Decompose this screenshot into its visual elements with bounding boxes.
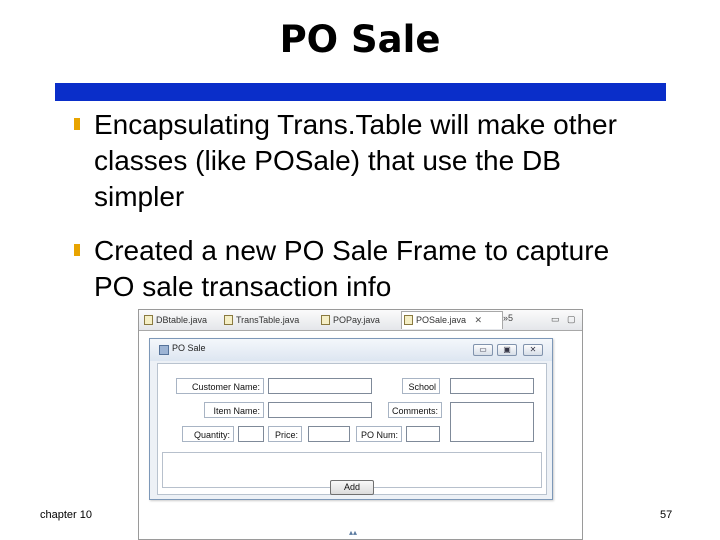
tab-label: POPay.java [333, 315, 380, 325]
frame-content: Customer Name: School Item Name: Comment… [157, 363, 547, 495]
tab-label: DBtable.java [156, 315, 208, 325]
minimize-button[interactable]: ▭ [473, 344, 493, 356]
java-file-icon [321, 315, 330, 325]
comments-label: Comments: [388, 402, 442, 418]
quantity-label: Quantity: [182, 426, 234, 442]
footer-chapter: chapter 10 [40, 509, 92, 521]
frame-title: PO Sale [172, 343, 206, 353]
comments-textarea[interactable] [450, 402, 534, 442]
maximize-button[interactable]: ▣ [497, 344, 517, 356]
square-bullet-icon [74, 118, 80, 130]
resize-handle[interactable]: ▴▴ [349, 528, 357, 537]
editor-tab-bar: DBtable.java TransTable.java POPay.java … [139, 310, 582, 331]
close-icon[interactable]: ✕ [475, 315, 483, 325]
minimize-icon[interactable]: ▭ [551, 314, 561, 324]
java-file-icon [404, 315, 413, 325]
window-icon [159, 345, 169, 355]
price-label: Price: [268, 426, 302, 442]
tab-popay[interactable]: POPay.java [319, 312, 411, 329]
item-name-field[interactable] [268, 402, 372, 418]
school-label: School [402, 378, 440, 394]
page-number: 57 [660, 509, 673, 521]
java-file-icon [144, 315, 153, 325]
title-rule [55, 83, 666, 101]
tab-dbtable[interactable]: DBtable.java [142, 312, 234, 329]
square-bullet-icon [74, 244, 80, 256]
school-field[interactable] [450, 378, 534, 394]
bullet-1: Encapsulating Trans.Table will make othe… [94, 109, 617, 212]
quantity-field[interactable] [238, 426, 264, 442]
slide-title: PO Sale [279, 18, 441, 61]
tab-transtable[interactable]: TransTable.java [222, 312, 326, 329]
add-button[interactable]: Add [330, 480, 374, 495]
bullet-2: Created a new PO Sale Frame to capture P… [94, 235, 610, 302]
tab-label: POSale.java [416, 315, 467, 325]
po-num-field[interactable] [406, 426, 440, 442]
po-sale-frame: PO Sale ▭ ▣ ✕ Customer Name: School Item… [149, 338, 553, 500]
customer-name-field[interactable] [268, 378, 372, 394]
tab-overflow-indicator[interactable]: »5 [503, 313, 513, 323]
customer-name-label: Customer Name: [176, 378, 264, 394]
frame-title-bar: PO Sale ▭ ▣ ✕ [150, 339, 552, 361]
maximize-icon[interactable]: ▢ [567, 314, 577, 324]
price-field[interactable] [308, 426, 350, 442]
close-button[interactable]: ✕ [523, 344, 543, 356]
java-file-icon [224, 315, 233, 325]
editor-window: DBtable.java TransTable.java POPay.java … [138, 309, 583, 540]
item-name-label: Item Name: [204, 402, 264, 418]
tab-label: TransTable.java [236, 315, 300, 325]
tab-posale[interactable]: POSale.java ✕ [401, 311, 503, 329]
po-num-label: PO Num: [356, 426, 402, 442]
